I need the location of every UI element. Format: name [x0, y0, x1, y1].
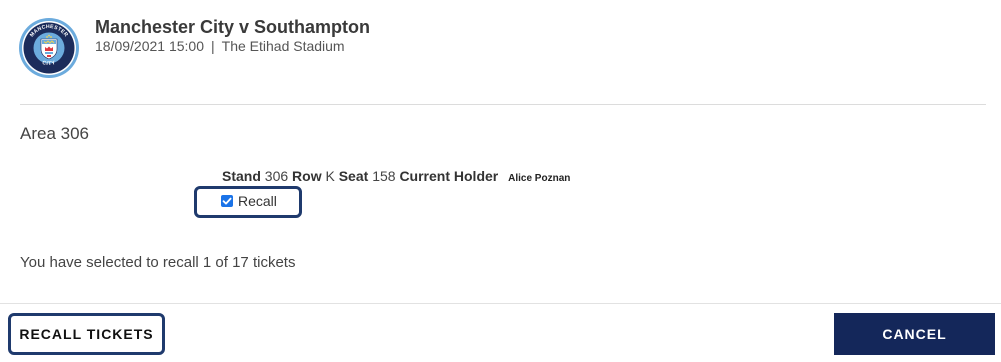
- checkmark-icon: [222, 197, 232, 205]
- selection-summary: You have selected to recall 1 of 17 tick…: [20, 254, 296, 271]
- recall-tickets-dialog: MANCHESTER CITY Manchester City v Southa…: [0, 0, 1001, 362]
- seat-value: 158: [372, 168, 396, 184]
- area-title: Area 306: [20, 124, 89, 143]
- match-date-time: 18/09/2021 15:00: [95, 38, 204, 54]
- cancel-button[interactable]: CANCEL: [834, 313, 995, 355]
- current-holder-label: Current Holder: [399, 168, 499, 184]
- meta-separator: |: [211, 38, 215, 54]
- recall-checkbox[interactable]: [221, 195, 233, 207]
- seat-label: Seat: [338, 168, 369, 184]
- row-label: Row: [292, 168, 322, 184]
- match-title: Manchester City v Southampton: [95, 17, 371, 37]
- row-value: K: [325, 168, 335, 184]
- event-header: MANCHESTER CITY Manchester City v Southa…: [0, 0, 1001, 104]
- recall-checkbox-label[interactable]: Recall: [238, 193, 277, 209]
- recall-tickets-button[interactable]: RECALL TICKETS: [8, 313, 165, 355]
- current-holder-name: Alice Poznan: [508, 173, 571, 184]
- stand-value: 306: [264, 168, 289, 184]
- stand-label: Stand: [222, 168, 261, 184]
- manchester-city-crest-icon: MANCHESTER CITY: [18, 17, 80, 79]
- footer-divider: [0, 303, 1001, 304]
- match-meta: 18/09/2021 15:00 | The Etihad Stadium: [95, 38, 345, 54]
- ticket-details: Stand 306 Row K Seat 158 Current Holder …: [222, 168, 570, 184]
- match-venue: The Etihad Stadium: [221, 38, 345, 54]
- header-divider: [20, 104, 986, 105]
